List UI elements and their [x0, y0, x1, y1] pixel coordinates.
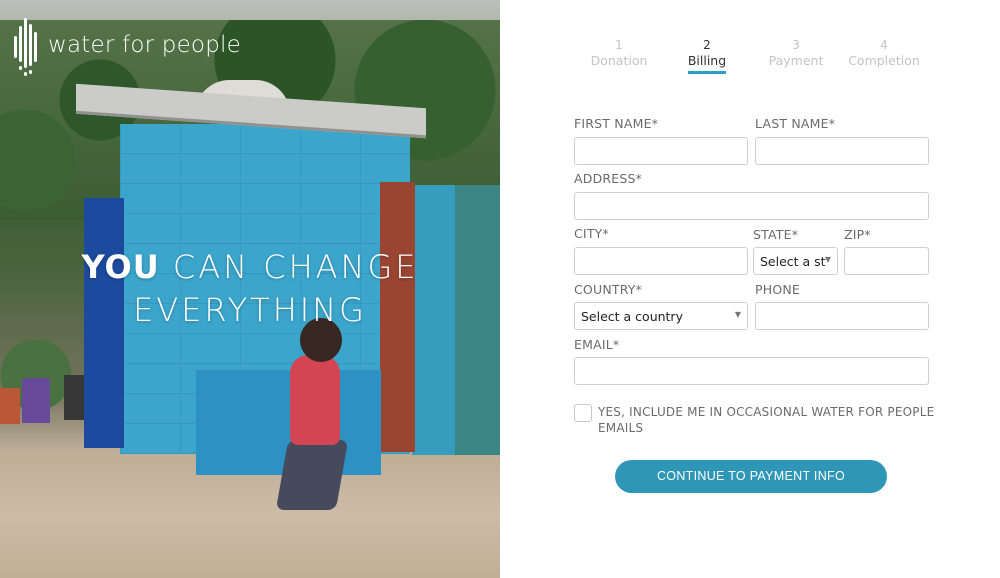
state-label: STATE*: [753, 227, 799, 242]
step-label: Billing: [687, 53, 727, 74]
logo-text: water for people: [48, 32, 241, 58]
address-label: ADDRESS*: [574, 171, 643, 186]
email-label: EMAIL*: [574, 337, 620, 352]
state-select-value: Select a st: [760, 254, 826, 269]
email-opt-in-label[interactable]: YES, INCLUDE ME IN OCCASIONAL WATER FOR …: [598, 404, 938, 436]
page: water for people YOU CAN CHANGE EVERYTHI…: [0, 0, 1000, 578]
step-billing[interactable]: 2 Billing: [662, 37, 752, 74]
state-select[interactable]: Select a st ▼: [753, 247, 838, 275]
step-payment[interactable]: 3 Payment: [751, 37, 841, 69]
first-name-label: FIRST NAME*: [574, 116, 659, 131]
continue-to-payment-button[interactable]: CONTINUE TO PAYMENT INFO: [615, 460, 887, 493]
caret-down-icon: ▼: [734, 310, 741, 319]
tagline-line-1: YOU CAN CHANGE: [0, 246, 500, 289]
step-donation[interactable]: 1 Donation: [574, 37, 664, 69]
zip-input[interactable]: [844, 247, 929, 275]
step-label: Completion: [848, 53, 920, 68]
city-label: CITY*: [574, 226, 609, 241]
caret-down-icon: ▼: [824, 255, 831, 264]
step-number: 2: [703, 38, 711, 52]
address-input[interactable]: [574, 192, 929, 220]
country-select[interactable]: Select a country ▼: [574, 302, 748, 330]
last-name-label: LAST NAME*: [755, 116, 836, 131]
step-label: Donation: [590, 53, 648, 68]
step-number: 3: [792, 38, 800, 52]
zip-label: ZIP*: [844, 227, 871, 242]
step-number: 4: [880, 38, 888, 52]
step-completion[interactable]: 4 Completion: [839, 37, 929, 69]
country-select-value: Select a country: [581, 309, 683, 324]
email-opt-in-checkbox[interactable]: [574, 404, 592, 422]
tagline-line-2: EVERYTHING: [133, 291, 367, 329]
email-input[interactable]: [574, 357, 929, 385]
first-name-input[interactable]: [574, 137, 748, 165]
last-name-input[interactable]: [755, 137, 929, 165]
hero-image: water for people YOU CAN CHANGE EVERYTHI…: [0, 0, 500, 578]
step-number: 1: [615, 38, 623, 52]
city-input[interactable]: [574, 247, 748, 275]
step-label: Payment: [768, 53, 824, 68]
tagline-line-1-rest: CAN CHANGE: [159, 248, 419, 286]
phone-input[interactable]: [755, 302, 929, 330]
water-drops-logo-icon: [12, 14, 40, 80]
country-label: COUNTRY*: [574, 282, 643, 297]
phone-label: PHONE: [755, 282, 801, 297]
hero-tagline: YOU CAN CHANGE EVERYTHING: [0, 246, 500, 332]
tagline-bold: YOU: [81, 248, 160, 286]
logo[interactable]: water for people: [12, 14, 241, 80]
